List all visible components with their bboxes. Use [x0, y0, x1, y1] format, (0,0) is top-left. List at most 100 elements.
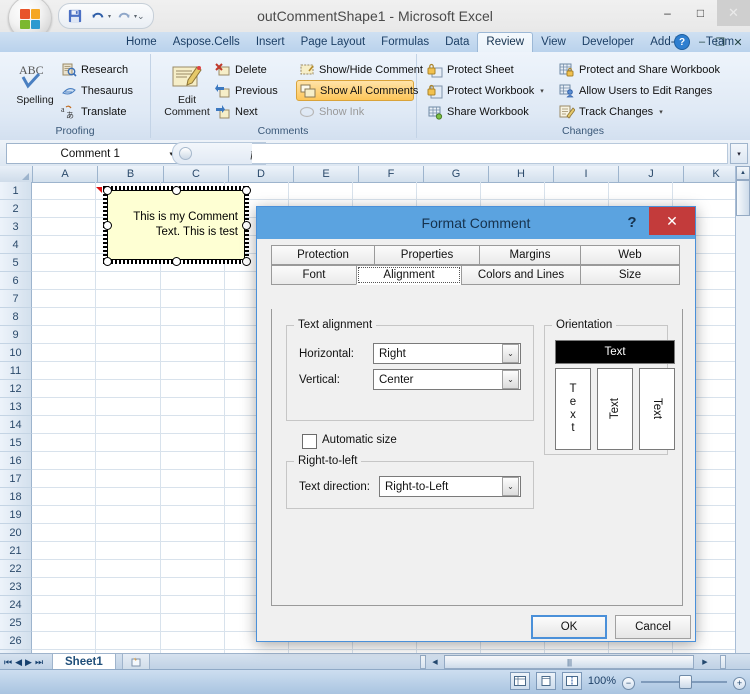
orientation-rotate-cw-option[interactable]: Text — [639, 368, 675, 450]
cell-A10[interactable] — [32, 344, 96, 362]
show-hide-comment-button[interactable]: Show/Hide Comment — [296, 59, 423, 80]
row-header-5[interactable]: 5 — [0, 254, 32, 272]
cell-A11[interactable] — [32, 362, 96, 380]
tab-review[interactable]: Review — [477, 32, 534, 53]
previous-comment-button[interactable]: Previous — [212, 80, 294, 101]
cell-A23[interactable] — [32, 578, 96, 596]
split-handle-left[interactable] — [420, 655, 426, 669]
cell-H1[interactable] — [481, 182, 545, 200]
cell-B23[interactable] — [96, 578, 161, 596]
cell-C13[interactable] — [161, 398, 225, 416]
horizontal-scroll-thumb[interactable]: |||| — [444, 655, 694, 669]
sheet-tab-sheet1[interactable]: Sheet1 — [52, 654, 116, 670]
automatic-size-checkbox[interactable] — [302, 434, 317, 449]
dialog-tab-font[interactable]: Font — [271, 265, 357, 285]
edit-comment-button[interactable]: Edit Comment — [158, 60, 216, 118]
formula-input[interactable] — [252, 143, 728, 164]
cell-B26[interactable] — [96, 632, 161, 650]
cell-A26[interactable] — [32, 632, 96, 650]
cell-C11[interactable] — [161, 362, 225, 380]
vertical-alignment-select[interactable]: Center ⌄ — [373, 369, 521, 390]
tab-insert[interactable]: Insert — [248, 32, 293, 52]
cell-A7[interactable] — [32, 290, 96, 308]
cell-C14[interactable] — [161, 416, 225, 434]
cell-A16[interactable] — [32, 452, 96, 470]
cell-B24[interactable] — [96, 596, 161, 614]
last-sheet-icon[interactable]: ⏭ — [35, 657, 43, 668]
expand-formula-bar-icon[interactable]: ▾ — [730, 143, 748, 164]
protect-workbook-button[interactable]: Protect Workbook ▾ — [424, 80, 554, 101]
resize-handle-s[interactable] — [172, 257, 181, 266]
resize-handle-sw[interactable] — [103, 257, 112, 266]
cell-C24[interactable] — [161, 596, 225, 614]
cell-B8[interactable] — [96, 308, 161, 326]
vertical-dropdown-icon[interactable]: ⌄ — [502, 370, 519, 389]
next-sheet-icon[interactable]: ▶ — [25, 657, 32, 668]
zoom-in-button[interactable]: + — [733, 676, 746, 690]
dialog-tab-alignment[interactable]: Alignment — [356, 265, 462, 285]
cell-C8[interactable] — [161, 308, 225, 326]
cell-C23[interactable] — [161, 578, 225, 596]
cell-A1[interactable] — [32, 182, 96, 200]
spelling-button[interactable]: ABC Spelling — [6, 60, 64, 106]
cell-A25[interactable] — [32, 614, 96, 632]
zoom-level[interactable]: 100% — [588, 675, 616, 687]
horizontal-alignment-select[interactable]: Right ⌄ — [373, 343, 521, 364]
cell-A17[interactable] — [32, 470, 96, 488]
row-header-3[interactable]: 3 — [0, 218, 32, 236]
undo-dropdown-icon[interactable]: ▾ — [108, 13, 111, 20]
cell-B15[interactable] — [96, 434, 161, 452]
row-header-8[interactable]: 8 — [0, 308, 32, 326]
vertical-scrollbar[interactable]: ▲ — [735, 166, 750, 655]
text-direction-select[interactable]: Right-to-Left ⌄ — [379, 476, 521, 497]
column-header-j[interactable]: J — [619, 166, 684, 183]
cell-K1[interactable] — [673, 182, 737, 200]
tab-home[interactable]: Home — [118, 32, 165, 52]
normal-view-icon[interactable] — [509, 672, 530, 690]
row-header-4[interactable]: 4 — [0, 236, 32, 254]
name-box[interactable]: Comment 1 ▾ — [6, 143, 178, 164]
minimize-button[interactable]: – — [651, 0, 684, 26]
row-header-23[interactable]: 23 — [0, 578, 32, 596]
cell-C7[interactable] — [161, 290, 225, 308]
next-comment-button[interactable]: Next — [212, 101, 294, 122]
cell-A6[interactable] — [32, 272, 96, 290]
cell-B16[interactable] — [96, 452, 161, 470]
protect-workbook-caret-icon[interactable]: ▾ — [540, 87, 544, 95]
cell-C26[interactable] — [161, 632, 225, 650]
first-sheet-icon[interactable]: ⏮ — [4, 657, 12, 668]
cell-J1[interactable] — [609, 182, 673, 200]
cell-F1[interactable] — [353, 182, 417, 200]
cell-B7[interactable] — [96, 290, 161, 308]
cell-A20[interactable] — [32, 524, 96, 542]
tab-data[interactable]: Data — [437, 32, 477, 52]
row-header-22[interactable]: 22 — [0, 560, 32, 578]
resize-handle-n[interactable] — [172, 186, 181, 195]
dialog-tab-properties[interactable]: Properties — [374, 245, 480, 265]
cancel-button[interactable]: Cancel — [615, 615, 691, 639]
cell-C6[interactable] — [161, 272, 225, 290]
save-icon[interactable] — [65, 7, 85, 25]
cell-B17[interactable] — [96, 470, 161, 488]
cell-C16[interactable] — [161, 452, 225, 470]
cell-B18[interactable] — [96, 488, 161, 506]
comment-shape[interactable]: This is my Comment Text. This is test — [107, 190, 245, 260]
vertical-scroll-thumb[interactable] — [736, 180, 750, 216]
delete-comment-button[interactable]: Delete — [212, 59, 294, 80]
help-icon[interactable]: ? — [674, 34, 690, 50]
column-header-a[interactable]: A — [33, 166, 98, 183]
scroll-left-button[interactable]: ◀ — [428, 655, 442, 669]
column-header-f[interactable]: F — [359, 166, 424, 183]
translate-button[interactable]: a あ Translate — [58, 101, 146, 122]
select-all-corner[interactable] — [0, 166, 33, 183]
column-header-e[interactable]: E — [294, 166, 359, 183]
row-header-18[interactable]: 18 — [0, 488, 32, 506]
cell-A2[interactable] — [32, 200, 96, 218]
cell-C12[interactable] — [161, 380, 225, 398]
allow-users-edit-ranges-button[interactable]: Allow Users to Edit Ranges — [556, 80, 746, 101]
zoom-slider[interactable] — [641, 674, 727, 689]
zoom-out-button[interactable]: − — [622, 676, 635, 690]
undo-icon[interactable] — [88, 7, 108, 25]
cell-C17[interactable] — [161, 470, 225, 488]
dialog-tab-protection[interactable]: Protection — [271, 245, 375, 265]
